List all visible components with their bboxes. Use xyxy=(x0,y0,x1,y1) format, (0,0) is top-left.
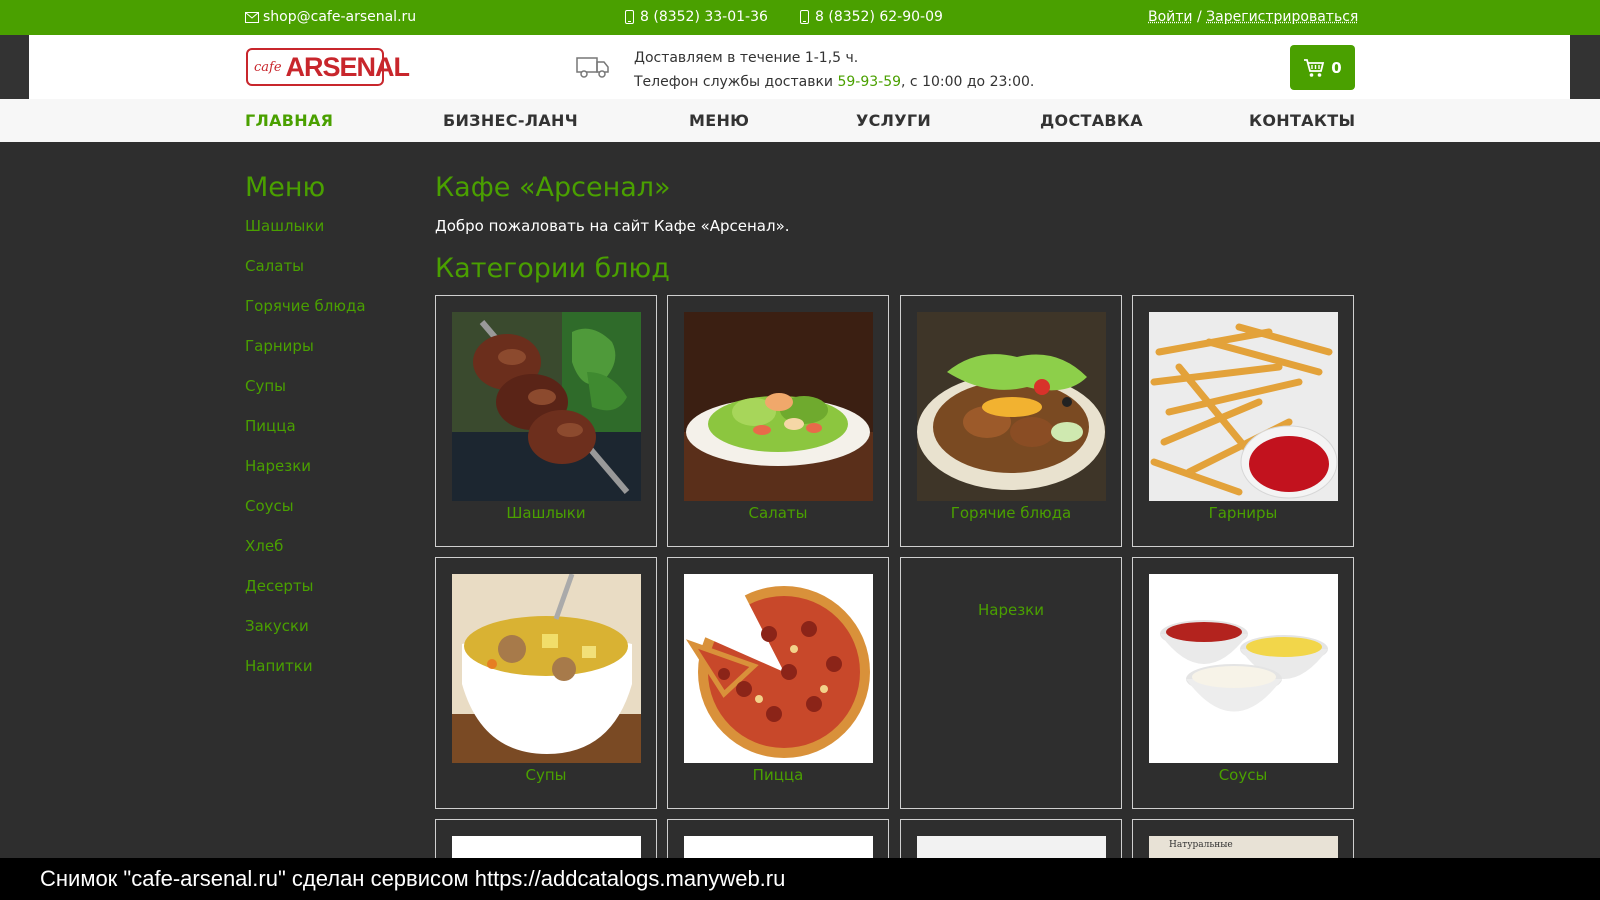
page-title: Кафе «Арсенал» xyxy=(435,172,671,203)
sidebar-item-drinks[interactable]: Напитки xyxy=(245,657,313,675)
nav-business-lunch[interactable]: БИЗНЕС-ЛАНЧ xyxy=(443,111,578,130)
delivery-line-1: Доставляем в течение 1-1,5 ч. xyxy=(634,50,859,66)
category-label[interactable]: Гарниры xyxy=(1133,504,1353,522)
shashlyk-image[interactable] xyxy=(452,312,641,501)
nav-delivery[interactable]: ДОСТАВКА xyxy=(1040,111,1143,130)
nav-contacts[interactable]: КОНТАКТЫ xyxy=(1249,111,1355,130)
phone-icon xyxy=(800,10,809,24)
nav-services[interactable]: УСЛУГИ xyxy=(856,111,931,130)
category-image[interactable] xyxy=(452,836,641,860)
screenshot-caption: Снимок "cafe-arsenal.ru" сделан сервисом… xyxy=(0,858,1600,900)
sidebar-item-garnishes[interactable]: Гарниры xyxy=(245,337,314,355)
sidebar-item-pizza[interactable]: Пицца xyxy=(245,417,296,435)
phone-1-text[interactable]: 8 (8352) 33-01-36 xyxy=(640,9,768,25)
email-text[interactable]: shop@cafe-arsenal.ru xyxy=(263,9,416,25)
nav-home[interactable]: ГЛАВНАЯ xyxy=(245,111,333,130)
delivery-phone-prefix: Телефон службы доставки xyxy=(634,74,838,90)
sidebar-item-cold-cuts[interactable]: Нарезки xyxy=(245,457,311,475)
salad-image[interactable] xyxy=(684,312,873,501)
pizza-image[interactable] xyxy=(684,574,873,763)
auth-links: Войти / Зарегистрироваться xyxy=(1148,9,1358,25)
category-card-partial-4[interactable]: Натуральные xyxy=(1132,819,1354,860)
phone-1[interactable]: 8 (8352) 33-01-36 xyxy=(625,9,768,25)
category-label[interactable]: Шашлыки xyxy=(436,504,656,522)
category-card-sauces[interactable]: Соусы xyxy=(1132,557,1354,809)
nav-menu[interactable]: МЕНЮ xyxy=(689,111,749,130)
category-label[interactable]: Нарезки xyxy=(901,601,1121,619)
delivery-truck-icon xyxy=(576,57,609,78)
sidebar-item-snacks[interactable]: Закуски xyxy=(245,617,309,635)
category-card-partial-3[interactable] xyxy=(900,819,1122,860)
category-label[interactable]: Пицца xyxy=(668,766,888,784)
phone-icon xyxy=(625,10,634,24)
mail-icon xyxy=(245,11,259,23)
delivery-line-2: Телефон службы доставки 59-93-59, с 10:0… xyxy=(634,70,1034,94)
category-card-shashlyki[interactable]: Шашлыки xyxy=(435,295,657,547)
sidebar-item-bread[interactable]: Хлеб xyxy=(245,537,283,555)
logo-cafe: cafe xyxy=(254,59,282,75)
cart-count: 0 xyxy=(1331,58,1342,77)
category-image[interactable] xyxy=(917,836,1106,860)
site-logo[interactable]: cafe ARSENAL xyxy=(246,48,410,86)
top-bar: shop@cafe-arsenal.ru 8 (8352) 33-01-36 8… xyxy=(0,0,1600,35)
hot-dishes-image[interactable] xyxy=(917,312,1106,501)
auth-separator: / xyxy=(1196,9,1202,25)
category-card-partial-2[interactable] xyxy=(667,819,889,860)
sidebar-item-shashlyki[interactable]: Шашлыки xyxy=(245,217,324,235)
package-text: Натуральные xyxy=(1169,840,1233,850)
register-link[interactable]: Зарегистрироваться xyxy=(1206,9,1358,25)
category-card-cold-cuts[interactable]: Нарезки xyxy=(900,557,1122,809)
category-card-hot-dishes[interactable]: Горячие блюда xyxy=(900,295,1122,547)
sidebar-item-sauces[interactable]: Соусы xyxy=(245,497,294,515)
cart-icon xyxy=(1304,58,1325,77)
phone-2-text[interactable]: 8 (8352) 62-90-09 xyxy=(815,9,943,25)
sidebar-title: Меню xyxy=(245,172,326,203)
category-image[interactable] xyxy=(684,836,873,860)
category-card-soups[interactable]: Супы xyxy=(435,557,657,809)
sidebar-item-soups[interactable]: Супы xyxy=(245,377,286,395)
category-card-salaty[interactable]: Салаты xyxy=(667,295,889,547)
login-link[interactable]: Войти xyxy=(1148,9,1193,25)
sidebar-item-salaty[interactable]: Салаты xyxy=(245,257,304,275)
logo-name: ARSENAL xyxy=(285,51,411,82)
cart-button[interactable]: 0 xyxy=(1290,45,1355,90)
sauces-image[interactable] xyxy=(1149,574,1338,763)
delivery-hours: , с 10:00 до 23:00. xyxy=(901,74,1035,90)
category-label[interactable]: Салаты xyxy=(668,504,888,522)
soup-image[interactable] xyxy=(452,574,641,763)
category-image[interactable]: Натуральные xyxy=(1149,836,1338,860)
categories-title: Категории блюд xyxy=(435,253,670,284)
delivery-info: Доставляем в течение 1-1,5 ч. Телефон сл… xyxy=(634,46,1034,94)
category-label[interactable]: Соусы xyxy=(1133,766,1353,784)
category-label[interactable]: Супы xyxy=(436,766,656,784)
phone-2[interactable]: 8 (8352) 62-90-09 xyxy=(800,9,943,25)
fries-image[interactable] xyxy=(1149,312,1338,501)
category-card-garnishes[interactable]: Гарниры xyxy=(1132,295,1354,547)
email-link[interactable]: shop@cafe-arsenal.ru xyxy=(245,9,416,25)
welcome-text: Добро пожаловать на сайт Кафе «Арсенал». xyxy=(435,217,790,235)
category-card-partial-1[interactable] xyxy=(435,819,657,860)
sidebar-item-hot-dishes[interactable]: Горячие блюда xyxy=(245,297,366,315)
main-nav: ГЛАВНАЯ БИЗНЕС-ЛАНЧ МЕНЮ УСЛУГИ ДОСТАВКА… xyxy=(0,99,1600,142)
sidebar-item-desserts[interactable]: Десерты xyxy=(245,577,314,595)
category-label[interactable]: Горячие блюда xyxy=(901,504,1121,522)
delivery-phone[interactable]: 59-93-59 xyxy=(837,74,901,90)
category-card-pizza[interactable]: Пицца xyxy=(667,557,889,809)
